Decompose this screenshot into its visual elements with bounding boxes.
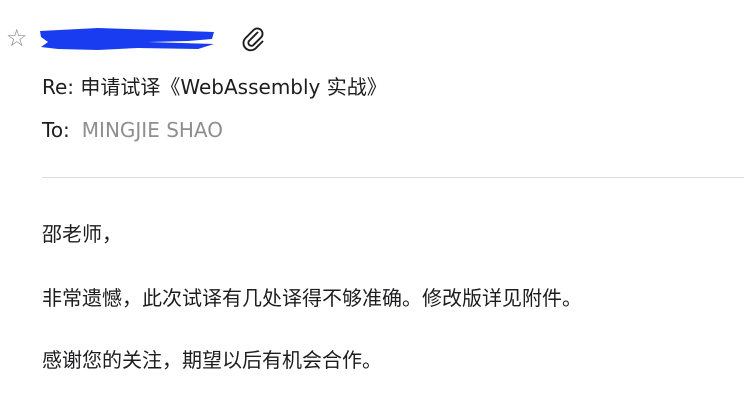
recipient-row: To: MINGJIE SHAO — [42, 116, 223, 144]
body-paragraph-2: 感谢您的关注，期望以后有机会合作。 — [42, 348, 382, 372]
email-subject: Re: 申请试译《WebAssembly 实战》 — [42, 75, 387, 99]
star-icon[interactable]: ☆ — [6, 25, 28, 51]
sender-redaction — [38, 27, 216, 51]
message-header: ☆ — [0, 22, 744, 58]
greeting: 邵老师， — [42, 222, 122, 246]
paperclip-icon[interactable] — [240, 25, 266, 53]
to-label: To: — [42, 118, 70, 142]
body-paragraph-1: 非常遗憾，此次试译有几处译得不够准确。修改版详见附件。 — [42, 286, 582, 310]
header-divider — [42, 177, 744, 178]
recipient-name[interactable]: MINGJIE SHAO — [82, 118, 223, 142]
